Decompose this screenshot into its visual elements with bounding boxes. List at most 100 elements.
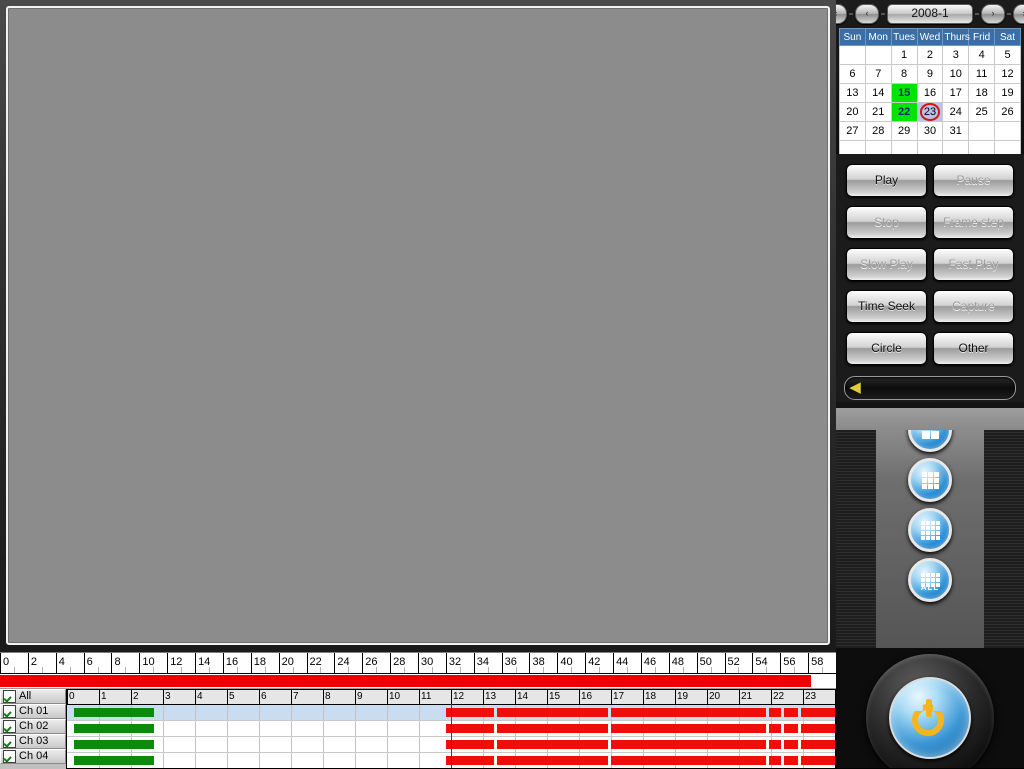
split-all-button[interactable]: ALL xyxy=(908,558,952,602)
recording-segment-red[interactable] xyxy=(497,708,608,717)
channel-row-ch03[interactable]: Ch 03 xyxy=(0,734,66,749)
circle-button[interactable]: Circle xyxy=(846,332,927,365)
recording-segment-red[interactable] xyxy=(801,756,835,765)
channel-row-ch04[interactable]: Ch 04 xyxy=(0,749,66,764)
recording-segment-green[interactable] xyxy=(74,756,155,765)
prev-month-button[interactable]: ‹ xyxy=(855,4,879,24)
recording-segment-red[interactable] xyxy=(611,708,767,717)
calendar-day-5[interactable]: 5 xyxy=(994,45,1021,65)
calendar-day-19[interactable]: 19 xyxy=(994,83,1021,103)
next-month-button[interactable]: › xyxy=(981,4,1005,24)
calendar-day-17[interactable]: 17 xyxy=(942,83,970,103)
calendar-day-9[interactable]: 9 xyxy=(916,64,944,84)
calendar-day-23[interactable]: 23 xyxy=(916,102,944,122)
minute-ruler[interactable]: 0 2 4 6 8 10 12 14 16 18 20 22 24 26 28 30 32 34 36 38 40 42 4… xyxy=(0,652,836,674)
split-4-button[interactable] xyxy=(908,408,952,452)
calendar-day-27[interactable]: 27 xyxy=(839,121,866,141)
recording-segment-red[interactable] xyxy=(769,756,781,765)
channel-bar-grid[interactable]: 0 1 2 3 4 5 6 7 8 9 10 11 12 13 14 15 16 17 18 19 20 21 22 23 xyxy=(66,689,836,769)
power-button-bezel xyxy=(866,654,994,768)
video-canvas[interactable] xyxy=(6,6,830,645)
recording-segment-red[interactable] xyxy=(611,740,767,749)
calendar-day-4[interactable]: 4 xyxy=(968,45,996,65)
power-button[interactable] xyxy=(889,677,971,759)
recording-segment-red[interactable] xyxy=(446,756,495,765)
hour-gridline xyxy=(387,737,388,752)
calendar-day-18[interactable]: 18 xyxy=(968,83,996,103)
calendar-day-11[interactable]: 11 xyxy=(968,64,996,84)
recording-segment-red[interactable] xyxy=(783,708,799,717)
split-16-button[interactable] xyxy=(908,508,952,552)
recording-segment-red[interactable] xyxy=(446,708,495,717)
playback-cursor[interactable] xyxy=(451,704,452,768)
hour-tick-2: 2 xyxy=(131,690,139,704)
time-seek-button[interactable]: Time Seek xyxy=(846,290,927,323)
recording-segment-red[interactable] xyxy=(611,756,767,765)
video-display-frame xyxy=(0,0,836,652)
pause-button: Pause xyxy=(933,164,1014,197)
checkbox-all[interactable] xyxy=(3,690,16,703)
calendar-day-14[interactable]: 14 xyxy=(864,83,892,103)
other-button[interactable]: Other xyxy=(933,332,1014,365)
recording-segment-red[interactable] xyxy=(611,724,767,733)
split-9-button[interactable] xyxy=(908,458,952,502)
checkbox-ch01[interactable] xyxy=(3,705,16,718)
recording-segment-red[interactable] xyxy=(783,724,799,733)
hour-gridline xyxy=(355,753,356,768)
calendar-day-7[interactable]: 7 xyxy=(864,64,892,84)
calendar-day-25[interactable]: 25 xyxy=(968,102,996,122)
recording-segment-red[interactable] xyxy=(497,740,608,749)
calendar-day-12[interactable]: 12 xyxy=(994,64,1021,84)
hour-ruler[interactable]: 0 1 2 3 4 5 6 7 8 9 10 11 12 13 14 15 16 17 18 19 20 21 22 23 xyxy=(67,690,835,705)
calendar-day-24[interactable]: 24 xyxy=(942,102,970,122)
calendar-day-15[interactable]: 15 xyxy=(890,83,918,103)
calendar-day-1[interactable]: 1 xyxy=(890,45,918,65)
checkbox-ch02[interactable] xyxy=(3,720,16,733)
calendar-day-29[interactable]: 29 xyxy=(890,121,918,141)
channel-row-all[interactable]: All xyxy=(0,689,66,704)
minute-tick-minor xyxy=(543,667,546,673)
calendar-grid[interactable]: Sun Mon Tues Wed Thurs Frid Sat 1 2 3 4 5 6 7 8 9 10 11 1… xyxy=(839,28,1021,160)
recording-segment-red[interactable] xyxy=(801,740,835,749)
recording-segment-green[interactable] xyxy=(74,724,155,733)
last-month-button[interactable]: » xyxy=(1013,4,1024,24)
calendar-day-6[interactable]: 6 xyxy=(839,64,866,84)
channel-row-ch02[interactable]: Ch 02 xyxy=(0,719,66,734)
volume-slider[interactable]: ◀ xyxy=(844,376,1016,400)
calendar-day-28[interactable]: 28 xyxy=(864,121,892,141)
calendar-days: 1 2 3 4 5 6 7 8 9 10 11 12 13 14 15 16 17 18 19 20 21 22 23 24 2… xyxy=(839,45,1021,160)
calendar-day-10[interactable]: 10 xyxy=(942,64,970,84)
recording-segment-green[interactable] xyxy=(74,740,155,749)
calendar-day-8[interactable]: 8 xyxy=(890,64,918,84)
calendar-day-3[interactable]: 3 xyxy=(942,45,970,65)
calendar-day-22[interactable]: 22 xyxy=(890,102,918,122)
recording-segment-green[interactable] xyxy=(74,708,155,717)
recording-segment-red[interactable] xyxy=(497,724,608,733)
recording-segment-red[interactable] xyxy=(783,756,799,765)
calendar-day-31[interactable]: 31 xyxy=(942,121,970,141)
recording-segment-red[interactable] xyxy=(446,740,495,749)
playback-progress-bar[interactable] xyxy=(0,674,836,689)
recording-segment-red[interactable] xyxy=(801,708,835,717)
recording-segment-red[interactable] xyxy=(769,724,781,733)
recording-segment-red[interactable] xyxy=(769,740,781,749)
recording-segment-red[interactable] xyxy=(783,740,799,749)
recording-segment-red[interactable] xyxy=(446,724,495,733)
recording-segment-red[interactable] xyxy=(801,724,835,733)
calendar-day-21[interactable]: 21 xyxy=(864,102,892,122)
calendar-day-30[interactable]: 30 xyxy=(916,121,944,141)
first-month-button[interactable]: « xyxy=(836,4,847,24)
calendar-day-2[interactable]: 2 xyxy=(916,45,944,65)
checkbox-ch03[interactable] xyxy=(3,735,16,748)
speaker-icon[interactable]: ◀ xyxy=(846,378,864,396)
channel-row-ch01[interactable]: Ch 01 xyxy=(0,704,66,719)
calendar-day-13[interactable]: 13 xyxy=(839,83,866,103)
calendar-day-16[interactable]: 16 xyxy=(916,83,944,103)
play-button[interactable]: Play xyxy=(846,164,927,197)
month-year-display[interactable]: 2008-1 xyxy=(887,4,973,24)
recording-segment-red[interactable] xyxy=(769,708,781,717)
recording-segment-red[interactable] xyxy=(497,756,608,765)
calendar-day-26[interactable]: 26 xyxy=(994,102,1021,122)
checkbox-ch04[interactable] xyxy=(3,750,16,763)
calendar-day-20[interactable]: 20 xyxy=(839,102,866,122)
